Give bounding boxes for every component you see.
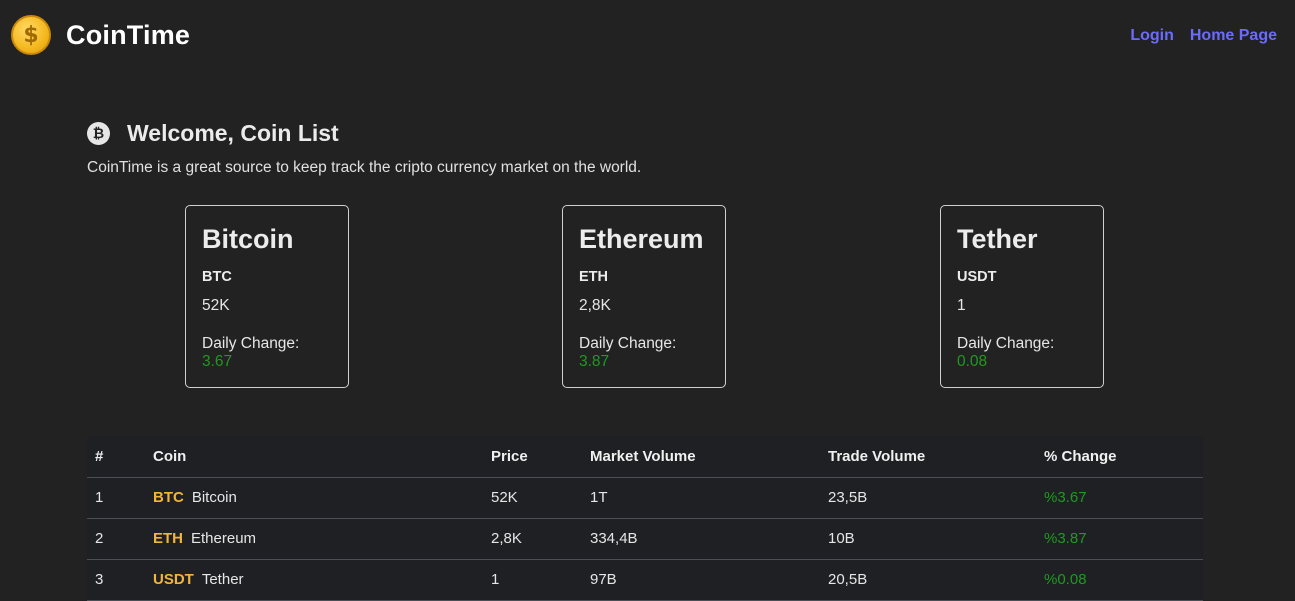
row-index: 2 xyxy=(87,518,145,560)
welcome-section: ₿ Welcome, Coin List CoinTime is a great… xyxy=(87,120,641,177)
bitcoin-icon: ₿ xyxy=(87,122,110,145)
card-coin-symbol: ETH xyxy=(579,269,608,285)
daily-change-value: 3.87 xyxy=(579,353,610,370)
coin-table: # Coin Price Market Volume Trade Volume … xyxy=(87,436,1203,601)
coin-card-ethereum: Ethereum ETH 2,8K Daily Change: 3.87 xyxy=(562,205,726,388)
card-coin-name: Ethereum xyxy=(579,224,704,254)
row-change: %3.67 xyxy=(1036,477,1203,519)
login-link[interactable]: Login xyxy=(1130,27,1174,45)
table-row[interactable]: 2 ETH Ethereum 2,8K 334,4B 10B %3.87 xyxy=(87,518,1203,560)
nav-links: Login Home Page xyxy=(1130,27,1277,45)
row-coin: ETH Ethereum xyxy=(145,518,483,560)
card-daily-change: Daily Change: 0.08 xyxy=(957,335,1087,371)
row-trade-volume: 10B xyxy=(820,518,1036,560)
card-coin-symbol: BTC xyxy=(202,269,232,285)
table-row[interactable]: 1 BTC Bitcoin 52K 1T 23,5B %3.67 xyxy=(87,477,1203,519)
row-price: 52K xyxy=(483,477,582,519)
card-coin-price: 52K xyxy=(202,297,230,314)
row-coin: USDT Tether xyxy=(145,559,483,601)
card-coin-price: 1 xyxy=(957,297,966,314)
column-header-market-volume: Market Volume xyxy=(582,436,820,478)
row-index: 3 xyxy=(87,559,145,601)
row-trade-volume: 23,5B xyxy=(820,477,1036,519)
row-coin-name: Ethereum xyxy=(191,530,257,547)
row-market-volume: 334,4B xyxy=(582,518,820,560)
home-page-link[interactable]: Home Page xyxy=(1190,27,1277,45)
row-change: %3.87 xyxy=(1036,518,1203,560)
daily-change-label: Daily Change: xyxy=(957,335,1055,352)
table-row[interactable]: 3 USDT Tether 1 97B 20,5B %0.08 xyxy=(87,559,1203,601)
row-change: %0.08 xyxy=(1036,559,1203,601)
daily-change-value: 3.67 xyxy=(202,353,233,370)
table-header-row: # Coin Price Market Volume Trade Volume … xyxy=(87,436,1203,478)
row-price: 1 xyxy=(483,559,582,601)
row-price: 2,8K xyxy=(483,518,582,560)
brand-name: CoinTime xyxy=(66,19,191,50)
coin-card-tether: Tether USDT 1 Daily Change: 0.08 xyxy=(940,205,1104,388)
welcome-title-text: Welcome, Coin List xyxy=(127,120,339,146)
column-header-price: Price xyxy=(483,436,582,478)
daily-change-label: Daily Change: xyxy=(202,335,300,352)
row-coin-name: Bitcoin xyxy=(191,489,237,506)
card-daily-change: Daily Change: 3.87 xyxy=(579,335,709,371)
coin-card-bitcoin: Bitcoin BTC 52K Daily Change: 3.67 xyxy=(185,205,349,388)
navbar: $ CoinTime Login Home Page xyxy=(0,0,1295,72)
row-coin-symbol: ETH xyxy=(153,530,183,547)
column-header-change: % Change xyxy=(1036,436,1203,478)
welcome-description: CoinTime is a great source to keep track… xyxy=(87,159,642,176)
row-market-volume: 1T xyxy=(582,477,820,519)
row-trade-volume: 20,5B xyxy=(820,559,1036,601)
daily-change-label: Daily Change: xyxy=(579,335,677,352)
row-coin-symbol: BTC xyxy=(153,489,184,506)
coin-table-container: # Coin Price Market Volume Trade Volume … xyxy=(87,436,1203,601)
card-coin-symbol: USDT xyxy=(957,269,997,285)
column-header-coin: Coin xyxy=(145,436,483,478)
row-coin-symbol: USDT xyxy=(153,571,194,588)
row-coin: BTC Bitcoin xyxy=(145,477,483,519)
card-coin-name: Bitcoin xyxy=(202,224,294,254)
row-coin-name: Tether xyxy=(201,571,244,588)
row-market-volume: 97B xyxy=(582,559,820,601)
card-coin-name: Tether xyxy=(957,224,1038,254)
column-header-index: # xyxy=(87,436,145,478)
row-index: 1 xyxy=(87,477,145,519)
page-title: ₿ Welcome, Coin List xyxy=(87,120,641,147)
dollar-coin-icon: $ xyxy=(11,15,51,55)
daily-change-value: 0.08 xyxy=(957,353,988,370)
card-daily-change: Daily Change: 3.67 xyxy=(202,335,332,371)
brand-link[interactable]: $ CoinTime xyxy=(11,15,190,55)
column-header-trade-volume: Trade Volume xyxy=(820,436,1036,478)
card-coin-price: 2,8K xyxy=(579,297,611,314)
